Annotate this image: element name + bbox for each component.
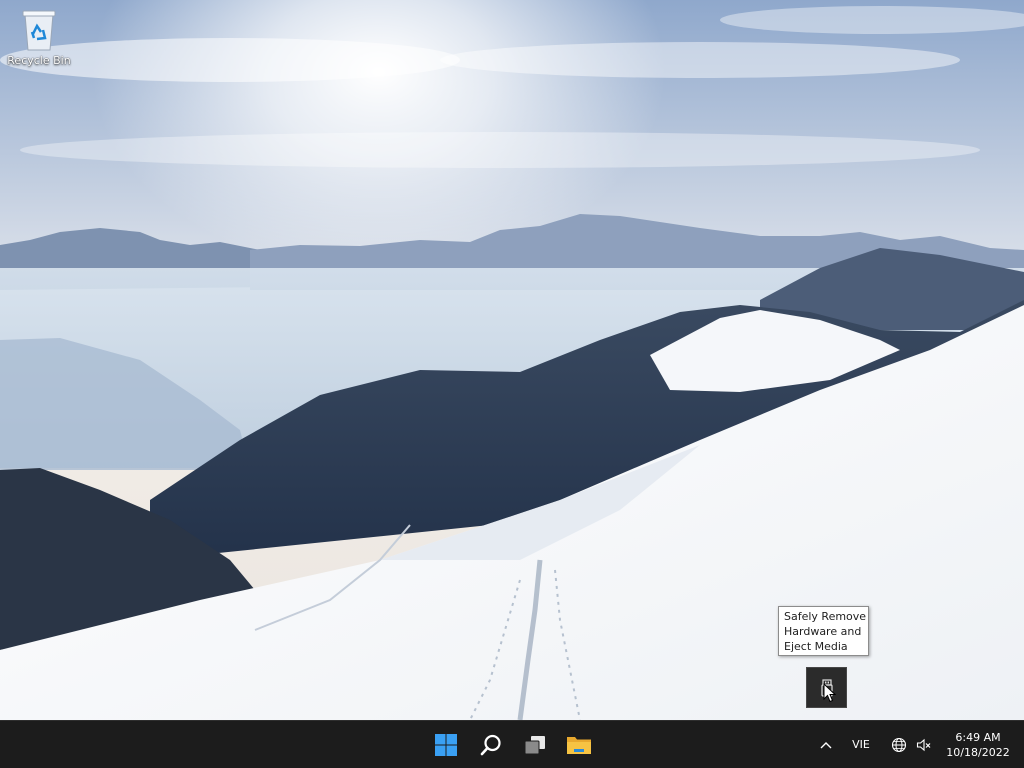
tooltip-line-3: Eject Media: [784, 640, 848, 653]
language-indicator[interactable]: VIE: [845, 733, 877, 757]
safely-remove-tooltip: Safely Remove Hardware and Eject Media: [778, 606, 869, 656]
network-button[interactable]: [888, 733, 910, 757]
mouse-cursor-icon: [823, 683, 836, 703]
clock-date: 10/18/2022: [946, 746, 1010, 759]
globe-network-icon: [891, 737, 907, 753]
search-button[interactable]: [472, 726, 510, 764]
task-view-button[interactable]: [516, 726, 554, 764]
recycle-bin-label: Recycle Bin: [7, 54, 71, 67]
windows-logo-icon: [435, 734, 457, 756]
clock[interactable]: 6:49 AM 10/18/2022: [940, 728, 1016, 762]
chevron-up-icon: [820, 742, 832, 749]
tooltip-line-1: Safely Remove: [784, 610, 867, 623]
speaker-muted-icon: [916, 738, 931, 752]
recycle-bin-icon: [22, 10, 56, 51]
start-button[interactable]: [427, 726, 465, 764]
search-icon: [480, 734, 501, 756]
file-explorer-button[interactable]: [560, 726, 598, 764]
desktop[interactable]: Recycle Bin Safely Remove Hardware and E…: [0, 0, 1024, 720]
task-view-icon: [524, 736, 545, 755]
tooltip-line-2: Hardware and: [784, 625, 862, 638]
volume-button[interactable]: [913, 733, 935, 757]
taskbar: VIE 6:49 AM 10/18/2022: [0, 720, 1024, 768]
folder-icon: [567, 737, 591, 754]
show-hidden-icons-button[interactable]: [815, 733, 837, 757]
wallpaper: [0, 0, 1024, 720]
clock-time: 6:49 AM: [955, 731, 1001, 744]
recycle-bin-shortcut[interactable]: Recycle Bin: [4, 8, 74, 76]
